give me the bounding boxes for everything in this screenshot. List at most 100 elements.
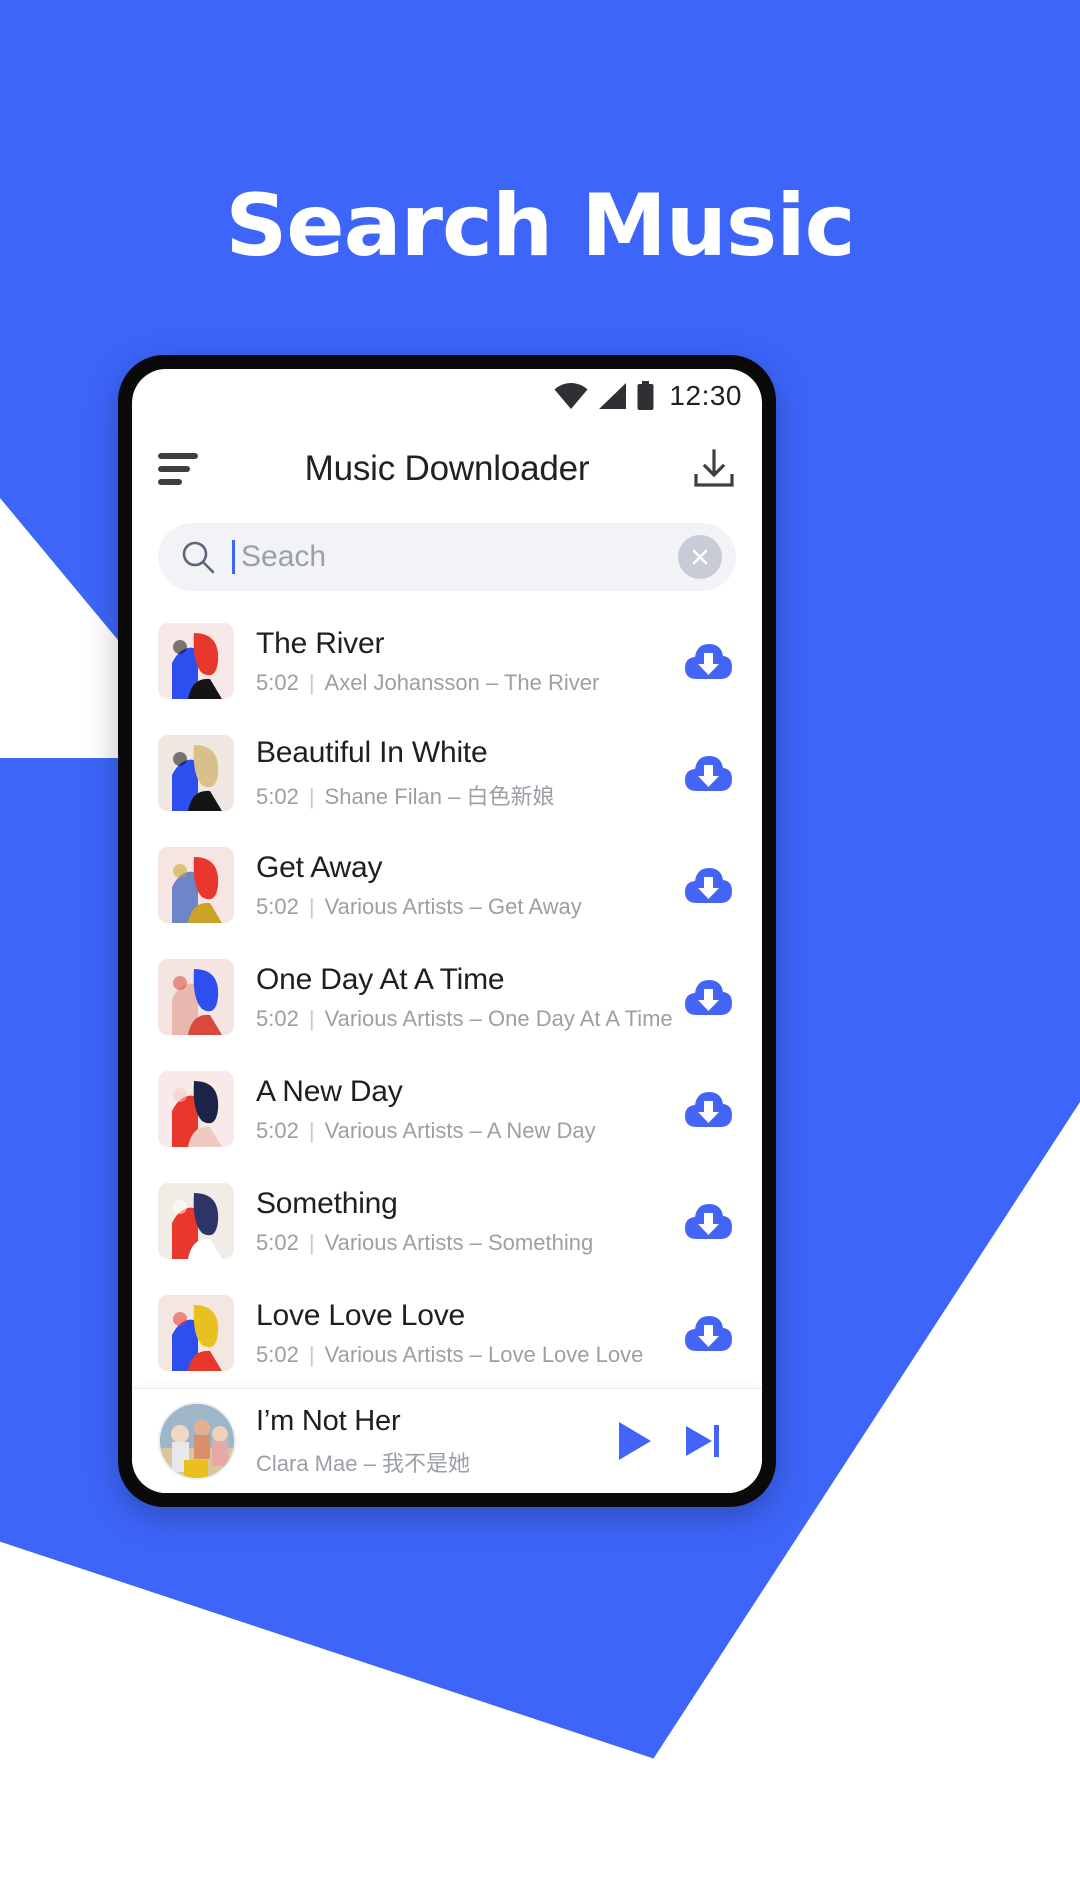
skip-next-icon[interactable] xyxy=(668,1417,736,1465)
text-cursor xyxy=(232,540,235,574)
phone-frame: 12:30 Music Downloader Seach The River 5… xyxy=(118,355,776,1507)
meta-divider: | xyxy=(308,1229,315,1255)
song-album: 白色新娘 xyxy=(466,783,555,809)
song-title: Get Away xyxy=(256,850,383,884)
song-row[interactable]: Love Love Love 5:02 | Various Artists – Lov… xyxy=(132,1277,762,1388)
song-meta: 5:02 | Axel Johansson – The River xyxy=(256,670,680,696)
song-row[interactable]: One Day At A Time 5:02 | Various Artists – … xyxy=(132,941,762,1053)
status-bar: 12:30 xyxy=(132,369,762,423)
song-title: The River xyxy=(256,626,385,660)
now-playing-meta: Clara Mae – 我不是她 xyxy=(256,1450,470,1476)
song-artist: Various Artists xyxy=(324,1005,464,1031)
song-album: Something xyxy=(488,1229,594,1255)
meta-separator: – xyxy=(463,893,488,919)
wifi-icon xyxy=(554,382,588,409)
song-artist: Various Artists xyxy=(324,1341,464,1367)
cloud-download-icon[interactable] xyxy=(680,640,736,682)
search-input[interactable] xyxy=(237,539,678,575)
cloud-download-icon[interactable] xyxy=(680,1088,736,1130)
phone-screen: 12:30 Music Downloader Seach The River 5… xyxy=(132,369,762,1493)
song-title: A New Day xyxy=(256,1074,403,1108)
app-bar: Music Downloader xyxy=(132,423,762,515)
song-duration: 5:02 xyxy=(256,893,299,919)
song-album: A New Day xyxy=(486,1117,596,1143)
meta-divider: | xyxy=(308,893,315,919)
play-icon[interactable] xyxy=(600,1417,668,1465)
meta-separator: – xyxy=(463,1117,487,1143)
song-artist: Various Artists xyxy=(324,1117,464,1143)
menu-line xyxy=(158,453,198,459)
meta-separator: – xyxy=(479,669,504,695)
song-info: Something 5:02 | Various Artists – Somethin… xyxy=(234,1187,680,1256)
song-artist: Various Artists xyxy=(324,1229,464,1255)
song-album: The River xyxy=(503,669,600,695)
menu-line xyxy=(158,479,182,485)
song-title: Love Love Love xyxy=(256,1298,466,1332)
menu-line xyxy=(158,466,190,472)
meta-divider: | xyxy=(308,1005,315,1031)
meta-divider: | xyxy=(308,669,315,695)
meta-divider: | xyxy=(308,783,315,809)
song-duration: 5:02 xyxy=(256,1229,299,1255)
hamburger-menu-icon[interactable] xyxy=(158,453,210,485)
song-meta: 5:02 | Various Artists – One Day At A Time xyxy=(256,1006,680,1032)
song-row[interactable]: Beautiful In White 5:02 | Shane Filan – 白色新… xyxy=(132,717,762,829)
song-row[interactable]: Get Away 5:02 | Various Artists – Get Away xyxy=(132,829,762,941)
cloud-download-icon[interactable] xyxy=(680,1200,736,1242)
song-title: Something xyxy=(256,1186,398,1220)
song-info: Beautiful In White 5:02 | Shane Filan – 白色新… xyxy=(234,736,680,811)
song-title: One Day At A Time xyxy=(256,962,505,996)
song-info: Get Away 5:02 | Various Artists – Get Away xyxy=(234,851,680,920)
song-row[interactable]: The River 5:02 | Axel Johansson – The River xyxy=(132,605,762,717)
search-icon xyxy=(182,541,215,574)
song-list: The River 5:02 | Axel Johansson – The River… xyxy=(132,605,762,1388)
song-info: One Day At A Time 5:02 | Various Artists – … xyxy=(234,963,680,1032)
close-circle-icon[interactable] xyxy=(678,535,722,579)
song-info: A New Day 5:02 | Various Artists – A New Da… xyxy=(234,1075,680,1144)
song-album: Love Love Love xyxy=(488,1341,644,1367)
now-playing-title: I’m Not Her xyxy=(256,1404,401,1437)
album-cover xyxy=(158,1183,234,1259)
meta-divider: | xyxy=(308,1341,315,1367)
song-album: One Day At A Time xyxy=(488,1005,673,1031)
song-artist: Axel Johansson xyxy=(324,669,480,695)
song-duration: 5:02 xyxy=(256,783,299,809)
download-tray-icon[interactable] xyxy=(684,448,736,490)
mini-player[interactable]: I’m Not Her Clara Mae – 我不是她 xyxy=(132,1388,762,1493)
song-meta: 5:02 | Various Artists – Something xyxy=(256,1230,680,1256)
song-row[interactable]: Something 5:02 | Various Artists – Somethin… xyxy=(132,1165,762,1277)
battery-icon xyxy=(637,381,654,410)
now-playing-cover xyxy=(158,1402,236,1480)
album-cover xyxy=(158,735,234,811)
song-row[interactable]: A New Day 5:02 | Various Artists – A New Da… xyxy=(132,1053,762,1165)
now-playing-text: I’m Not Her Clara Mae – 我不是她 xyxy=(236,1405,600,1478)
song-artist: Various Artists xyxy=(324,893,464,919)
meta-separator: – xyxy=(463,1341,488,1367)
album-cover xyxy=(158,959,234,1035)
cloud-download-icon[interactable] xyxy=(680,752,736,794)
meta-divider: | xyxy=(308,1117,315,1143)
song-meta: 5:02 | Various Artists – Love Love Love xyxy=(256,1342,680,1368)
song-meta: 5:02 | Various Artists – A New Day xyxy=(256,1118,680,1144)
cloud-download-icon[interactable] xyxy=(680,976,736,1018)
search-bar[interactable] xyxy=(158,523,736,591)
cloud-download-icon[interactable] xyxy=(680,1312,736,1354)
song-meta: 5:02 | Shane Filan – 白色新娘 xyxy=(256,779,680,811)
meta-separator: – xyxy=(441,783,467,809)
song-meta: 5:02 | Various Artists – Get Away xyxy=(256,894,680,920)
song-artist: Shane Filan xyxy=(324,783,442,809)
album-cover xyxy=(158,1295,234,1371)
album-cover xyxy=(158,847,234,923)
song-album: Get Away xyxy=(488,893,582,919)
song-title: Beautiful In White xyxy=(256,735,488,769)
song-duration: 5:02 xyxy=(256,1341,299,1367)
cloud-download-icon[interactable] xyxy=(680,864,736,906)
album-cover xyxy=(158,1071,234,1147)
song-info: Love Love Love 5:02 | Various Artists – Lov… xyxy=(234,1299,680,1368)
page-title: Search Music xyxy=(225,176,855,276)
search-section xyxy=(132,515,762,605)
song-duration: 5:02 xyxy=(256,1117,299,1143)
cellular-signal-icon xyxy=(599,382,627,409)
song-info: The River 5:02 | Axel Johansson – The River xyxy=(234,627,680,696)
meta-separator: – xyxy=(463,1229,488,1255)
